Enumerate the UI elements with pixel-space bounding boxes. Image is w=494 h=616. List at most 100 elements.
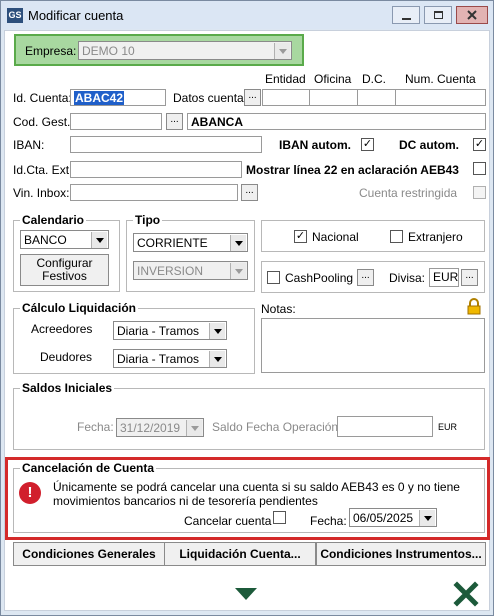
maximize-icon (434, 11, 443, 19)
nacional-checkbox[interactable]: ✓ (294, 230, 307, 243)
checkmark-icon: ✓ (362, 138, 373, 150)
chevron-down-icon (230, 263, 246, 279)
deudores-select[interactable]: Diaria - Tramos (113, 349, 227, 368)
datos-cuenta-label: Datos cuenta: (173, 91, 248, 105)
maximize-button[interactable] (424, 6, 452, 24)
cancelar-cuenta-label: Cancelar cuenta (184, 514, 272, 528)
calendario-select[interactable]: BANCO (20, 230, 109, 249)
acreedores-label: Acreedores (31, 322, 93, 336)
dc-autom-checkbox[interactable]: ✓ (473, 138, 486, 151)
close-x-icon (453, 581, 479, 607)
id-cta-ext-label: Id.Cta. Ext. (13, 163, 73, 177)
calculo-title: Cálculo Liquidación (20, 301, 139, 315)
vin-inbox-input[interactable] (70, 184, 238, 201)
iban-autom-checkbox[interactable]: ✓ (361, 138, 374, 151)
warning-icon: ! (19, 482, 41, 504)
saldo-fecha-operacion-input[interactable] (337, 416, 433, 437)
acreedores-value: Diaria - Tramos (117, 324, 200, 338)
notas-textarea[interactable] (261, 318, 485, 373)
cancelacion-fecha-label: Fecha: (310, 514, 347, 528)
divisa-label: Divisa: (389, 271, 426, 285)
tipo-group: Tipo (126, 213, 255, 292)
vin-inbox-label: Vin. Inbox: (13, 186, 70, 200)
cuenta-restringida-checkbox[interactable] (473, 186, 486, 199)
chevron-down-icon (209, 323, 225, 339)
deudores-value: Diaria - Tramos (117, 352, 200, 366)
calendario-title: Calendario (20, 213, 87, 227)
liquidacion-cuenta-button[interactable]: Liquidación Cuenta... (164, 542, 316, 566)
acreedores-select[interactable]: Diaria - Tramos (113, 321, 227, 340)
cashpooling-label: CashPooling (285, 271, 354, 285)
bank-name-value: ABANCA (191, 115, 243, 129)
cashpooling-checkbox[interactable] (267, 271, 280, 284)
empresa-label: Empresa: (25, 44, 77, 58)
id-cuenta-value: ABAC42 (74, 91, 125, 105)
empresa-select[interactable]: DEMO 10 (78, 41, 292, 60)
subtipo-select[interactable]: INVERSION (133, 261, 248, 280)
cancel-button[interactable] (452, 581, 480, 607)
vin-inbox-button[interactable]: ... (241, 184, 258, 201)
chevron-down-icon (274, 43, 290, 59)
cancelacion-fecha-select[interactable]: 06/05/2025 (349, 508, 437, 527)
checkmark-icon: ✓ (474, 138, 485, 150)
subtipo-value: INVERSION (137, 264, 204, 278)
iban-input[interactable] (70, 136, 262, 153)
lock-icon[interactable] (465, 298, 483, 315)
configurar-festivos-button[interactable]: Configurar Festivos (20, 254, 109, 286)
minimize-icon (402, 18, 411, 20)
empresa-panel: Empresa: DEMO 10 (14, 34, 304, 66)
saldos-fecha-value: 31/12/2019 (120, 421, 181, 435)
cashpooling-button[interactable]: ... (357, 269, 374, 286)
arrow-down-icon (235, 588, 257, 600)
cod-gest-input[interactable] (70, 113, 162, 130)
condiciones-generales-button[interactable]: Condiciones Generales (13, 542, 165, 566)
extranjero-checkbox[interactable] (390, 230, 403, 243)
cod-gest-label: Cod. Gest.: (13, 115, 74, 129)
header-entidad: Entidad (265, 72, 306, 86)
extranjero-label: Extranjero (408, 230, 463, 244)
saldo-fecha-operacion-label: Saldo Fecha Operación: (212, 420, 342, 434)
cancelacion-title: Cancelación de Cuenta (20, 461, 157, 475)
tipo-select[interactable]: CORRIENTE (133, 233, 248, 252)
close-icon (467, 10, 477, 20)
tipo-title: Tipo (133, 213, 163, 227)
cancelar-cuenta-checkbox[interactable] (273, 511, 286, 524)
saldo-currency: EUR (438, 422, 458, 432)
datos-cuenta-button[interactable]: ... (244, 89, 261, 106)
checkmark-icon: ✓ (295, 230, 306, 242)
entidad-input[interactable] (262, 89, 310, 106)
deudores-label: Deudores (40, 350, 93, 364)
id-cuenta-input[interactable]: ABAC42 (70, 89, 166, 106)
id-cta-ext-input[interactable] (70, 161, 242, 178)
divisa-input[interactable]: EUR (429, 268, 459, 287)
dc-input[interactable] (357, 89, 396, 106)
header-dc: D.C. (362, 72, 386, 86)
close-button[interactable] (456, 6, 488, 24)
cancelacion-message-line1: Únicamente se podrá cancelar una cuenta … (53, 480, 460, 494)
chevron-down-icon (186, 420, 202, 436)
iban-label: IBAN: (13, 138, 45, 152)
mostrar-linea-label: Mostrar línea 22 en aclaración AEB43 (246, 163, 459, 177)
cuenta-restringida-label: Cuenta restringida (359, 186, 458, 200)
nacional-label: Nacional (312, 230, 359, 244)
chevron-down-icon (91, 232, 107, 248)
header-num-cuenta: Num. Cuenta (405, 72, 476, 86)
num-cuenta-input[interactable] (395, 89, 486, 106)
header-oficina: Oficina (314, 72, 352, 86)
saldos-title: Saldos Iniciales (20, 381, 115, 395)
cod-gest-button[interactable]: ... (166, 113, 183, 130)
condiciones-instrumentos-button[interactable]: Condiciones Instrumentos... (316, 542, 486, 566)
expand-button[interactable] (230, 582, 262, 606)
cancelacion-message-line2: movimientos bancarios ni de tesorería pe… (53, 494, 318, 508)
window-title: Modificar cuenta (28, 8, 124, 23)
minimize-button[interactable] (392, 6, 420, 24)
cancelacion-fecha-value: 06/05/2025 (353, 511, 414, 525)
empresa-value: DEMO 10 (82, 44, 135, 58)
divisa-value: EUR (433, 270, 459, 284)
bank-name-field: ABANCA (187, 113, 486, 130)
divisa-button[interactable]: ... (461, 269, 478, 286)
mostrar-linea-checkbox[interactable] (473, 162, 486, 175)
festivos-label: Festivos (42, 269, 87, 283)
oficina-input[interactable] (309, 89, 358, 106)
saldos-fecha-select[interactable]: 31/12/2019 (116, 418, 204, 437)
